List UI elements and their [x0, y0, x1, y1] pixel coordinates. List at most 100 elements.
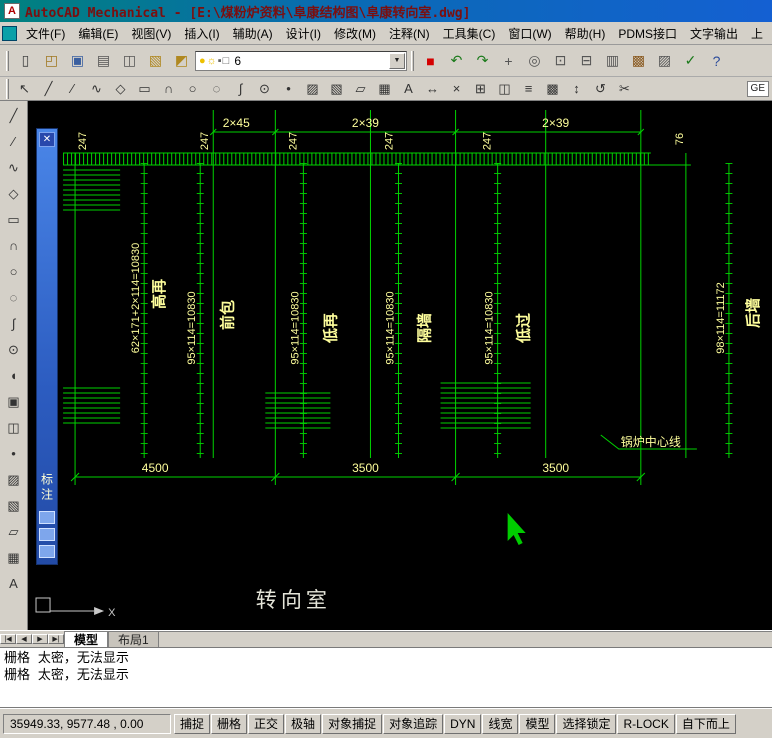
command-line-window[interactable]: 栅格 太密，无法显示 栅格 太密，无法显示	[0, 647, 772, 708]
rectangle-tool-icon[interactable]: ▭	[2, 207, 26, 232]
drawing-canvas[interactable]: 2×45 2×39 2×39 247 247 247 247 247 76 62…	[28, 101, 772, 630]
pdms-interface-menu[interactable]: PDMS接口	[612, 22, 683, 44]
osnap-toggle[interactable]: 对象捕捉	[322, 713, 383, 734]
zoom-previous-icon[interactable]: ⊟	[574, 48, 599, 73]
ortho-toggle[interactable]: 正交	[248, 713, 285, 734]
dimension-palette[interactable]: ✕ 标注	[36, 128, 58, 565]
polygon-tool-icon[interactable]: ◇	[2, 181, 26, 206]
polyline-icon[interactable]: ∿	[85, 79, 108, 99]
redo-icon[interactable]: ↷	[470, 48, 495, 73]
region-icon[interactable]: ▱	[349, 79, 372, 99]
make-block-tool-icon[interactable]: ◫	[2, 415, 26, 440]
bottom-up-toggle[interactable]: 自下而上	[675, 713, 736, 734]
lineweight-toggle[interactable]: 线宽	[482, 713, 519, 734]
rectangle-icon[interactable]: ▭	[133, 79, 156, 99]
hatch-tool-icon[interactable]: ▨	[2, 467, 26, 492]
r-lock-toggle[interactable]: R-LOCK	[617, 713, 675, 734]
drawing-file-icon[interactable]	[2, 25, 17, 41]
undo-icon[interactable]: ↶	[444, 48, 469, 73]
tab-first-button[interactable]: |◀	[0, 634, 16, 644]
markup-check-icon[interactable]: ✓	[678, 48, 703, 73]
trim-icon[interactable]: ✂	[613, 79, 636, 99]
ge-toolbar-button[interactable]: GE	[746, 80, 769, 97]
hatch-icon[interactable]: ▨	[301, 79, 324, 99]
line-icon[interactable]: ╱	[37, 79, 60, 99]
snap-toggle[interactable]: 捕捉	[174, 713, 211, 734]
palette-icon-3[interactable]	[39, 545, 55, 558]
line-tool-icon[interactable]: ╱	[2, 103, 26, 128]
tab-prev-button[interactable]: ◀	[16, 634, 32, 644]
modify-menu[interactable]: 修改(M)	[328, 22, 382, 44]
toolbar-grip[interactable]	[411, 50, 414, 71]
text-output-menu[interactable]: 文字输出	[684, 22, 744, 44]
layer-thaw-sun-icon[interactable]: ☼	[207, 53, 217, 69]
new-file-icon[interactable]: ▯	[13, 48, 38, 73]
ellipse-arc-tool-icon[interactable]: ◖	[2, 363, 26, 388]
tool-palettes-icon[interactable]: ▨	[652, 48, 677, 73]
tab-next-button[interactable]: ▶	[32, 634, 48, 644]
save-file-icon[interactable]: ▣	[65, 48, 90, 73]
gradient-icon[interactable]: ▧	[325, 79, 348, 99]
insert-menu[interactable]: 插入(I)	[178, 22, 225, 44]
design-menu[interactable]: 设计(I)	[280, 22, 327, 44]
array-icon[interactable]: ▩	[541, 79, 564, 99]
select-icon[interactable]: ↖	[13, 79, 36, 99]
xline-tool-icon[interactable]: ∕	[2, 129, 26, 154]
text-icon[interactable]: A	[397, 79, 420, 99]
revcloud-tool-icon[interactable]: ◌	[2, 285, 26, 310]
selection-lock-toggle[interactable]: 选择锁定	[556, 713, 617, 734]
palette-icon-2[interactable]	[39, 528, 55, 541]
ellipse-tool-icon[interactable]: ⊙	[2, 337, 26, 362]
assist-menu[interactable]: 辅助(A)	[227, 22, 279, 44]
offset-icon[interactable]: ≡	[517, 79, 540, 99]
view-menu[interactable]: 视图(V)	[125, 22, 177, 44]
toolbar-grip[interactable]	[6, 78, 9, 99]
revcloud-icon[interactable]: ◌	[205, 79, 228, 99]
xline-icon[interactable]: ∕	[61, 79, 84, 99]
spline-tool-icon[interactable]: ∫	[2, 311, 26, 336]
partial-menu[interactable]: 上	[745, 22, 769, 44]
design-center-icon[interactable]: ▩	[626, 48, 651, 73]
zoom-window-icon[interactable]: ⊡	[548, 48, 573, 73]
color-control-icon[interactable]: ■	[418, 48, 443, 73]
model-toggle[interactable]: 模型	[519, 713, 556, 734]
polar-toggle[interactable]: 极轴	[285, 713, 322, 734]
close-icon[interactable]: ✕	[39, 132, 55, 147]
spline-icon[interactable]: ∫	[229, 79, 252, 99]
tab-last-button[interactable]: ▶|	[48, 634, 64, 644]
circle-icon[interactable]: ○	[181, 79, 204, 99]
properties-icon[interactable]: ▥	[600, 48, 625, 73]
insert-block-tool-icon[interactable]: ▣	[2, 389, 26, 414]
toolbar-grip[interactable]	[6, 50, 9, 71]
tab-model[interactable]: 模型	[64, 631, 109, 647]
polyline-tool-icon[interactable]: ∿	[2, 155, 26, 180]
open-file-icon[interactable]: ◰	[39, 48, 64, 73]
table-tool-icon[interactable]: ▦	[2, 545, 26, 570]
rotate-icon[interactable]: ↺	[589, 79, 612, 99]
layer-states-icon[interactable]: ◩	[169, 48, 194, 73]
ellipse-icon[interactable]: ⊙	[253, 79, 276, 99]
chevron-down-icon[interactable]: ▼	[389, 52, 405, 69]
text-tool-icon[interactable]: A	[2, 571, 26, 596]
arc-tool-icon[interactable]: ∩	[2, 233, 26, 258]
point-icon[interactable]: •	[277, 79, 300, 99]
layer-lock-icon[interactable]: ▪	[218, 53, 222, 69]
title-bar[interactable]: A AutoCAD Mechanical - [E:\煤粉炉资料\阜康结构图\阜…	[0, 0, 772, 22]
table-icon[interactable]: ▦	[373, 79, 396, 99]
arc-icon[interactable]: ∩	[157, 79, 180, 99]
zoom-realtime-icon[interactable]: ◎	[522, 48, 547, 73]
dyn-toggle[interactable]: DYN	[444, 713, 482, 734]
help-question-icon[interactable]: ?	[704, 48, 729, 73]
gradient-tool-icon[interactable]: ▧	[2, 493, 26, 518]
layer-on-bulb-icon[interactable]: ●	[199, 53, 206, 69]
palette-icon-1[interactable]	[39, 511, 55, 524]
file-menu[interactable]: 文件(F)	[20, 22, 71, 44]
edit-menu[interactable]: 编辑(E)	[72, 22, 124, 44]
annotate-menu[interactable]: 注释(N)	[383, 22, 436, 44]
region-tool-icon[interactable]: ▱	[2, 519, 26, 544]
otrack-toggle[interactable]: 对象追踪	[383, 713, 444, 734]
move-icon[interactable]: ↕	[565, 79, 588, 99]
help-menu[interactable]: 帮助(H)	[559, 22, 612, 44]
layer-properties-icon[interactable]: ▧	[143, 48, 168, 73]
erase-icon[interactable]: ×	[445, 79, 468, 99]
